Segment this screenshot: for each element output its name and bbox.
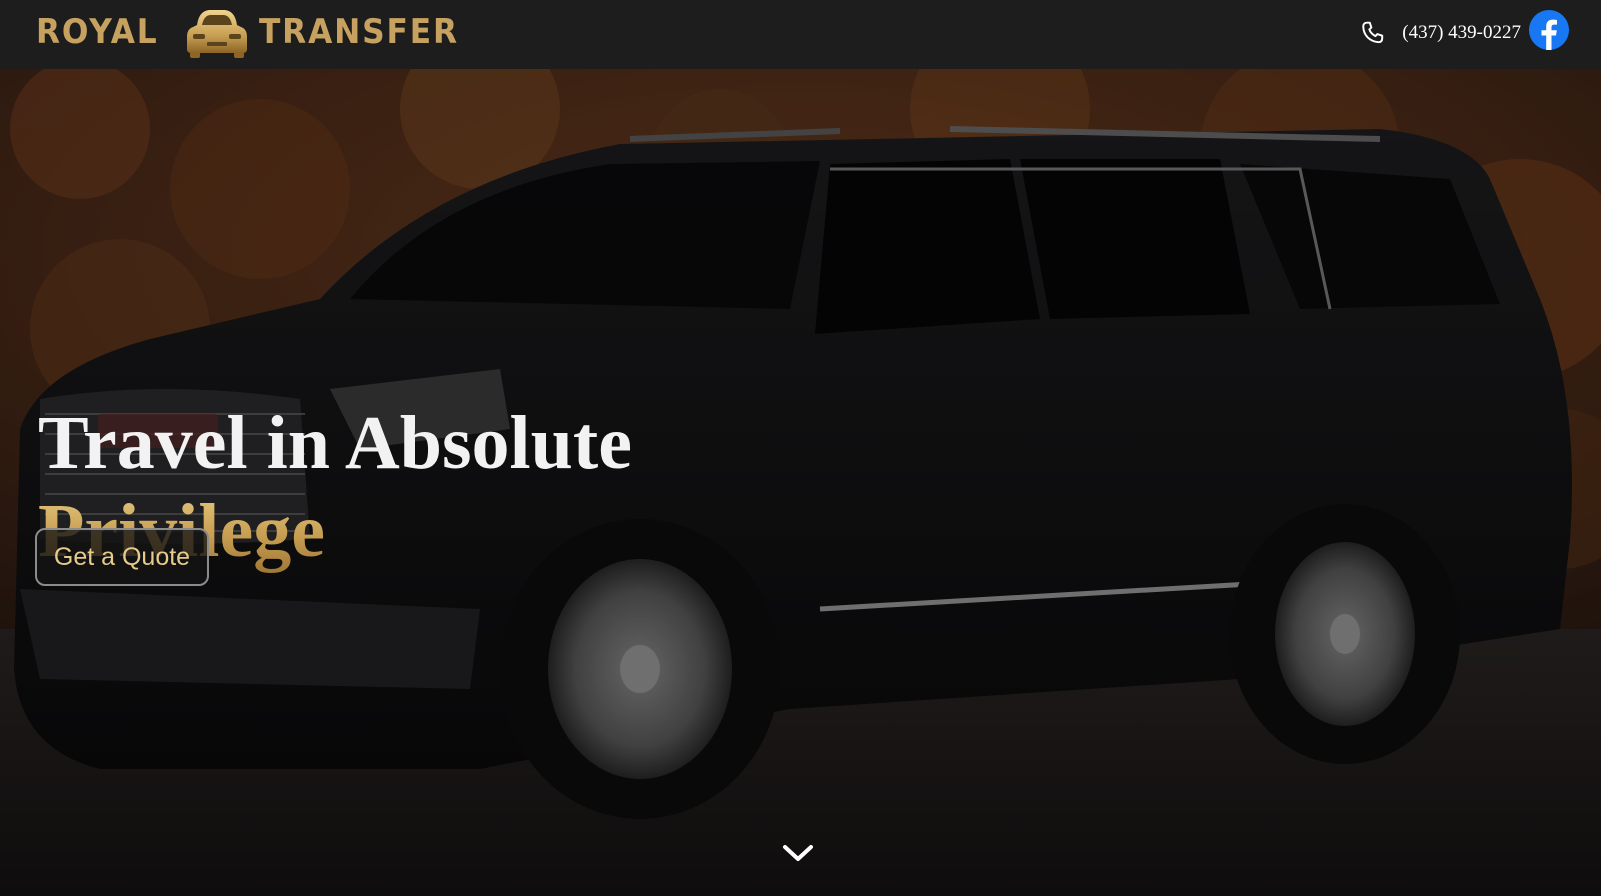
brand-name-transfer: TRANSFER [259, 12, 460, 52]
car-logo-icon [187, 10, 248, 58]
chevron-down-icon[interactable] [781, 842, 815, 864]
hero-section: Travel in Absolute Privilege [0, 69, 1601, 896]
headline-line-1: Travel in Absolute [38, 401, 632, 485]
phone-contact[interactable]: (437) 439-0227 [1360, 18, 1521, 48]
brand-name-royal: ROYAL [36, 12, 159, 52]
facebook-icon[interactable] [1529, 10, 1569, 50]
brand-logo[interactable]: ROYAL TRANSFER [36, 4, 476, 60]
get-quote-button[interactable]: Get a Quote [35, 528, 209, 586]
phone-icon [1362, 21, 1384, 44]
phone-number[interactable]: (437) 439-0227 [1402, 22, 1521, 44]
site-header: ROYAL TRANSFER (437) 439-0227 [0, 0, 1601, 69]
